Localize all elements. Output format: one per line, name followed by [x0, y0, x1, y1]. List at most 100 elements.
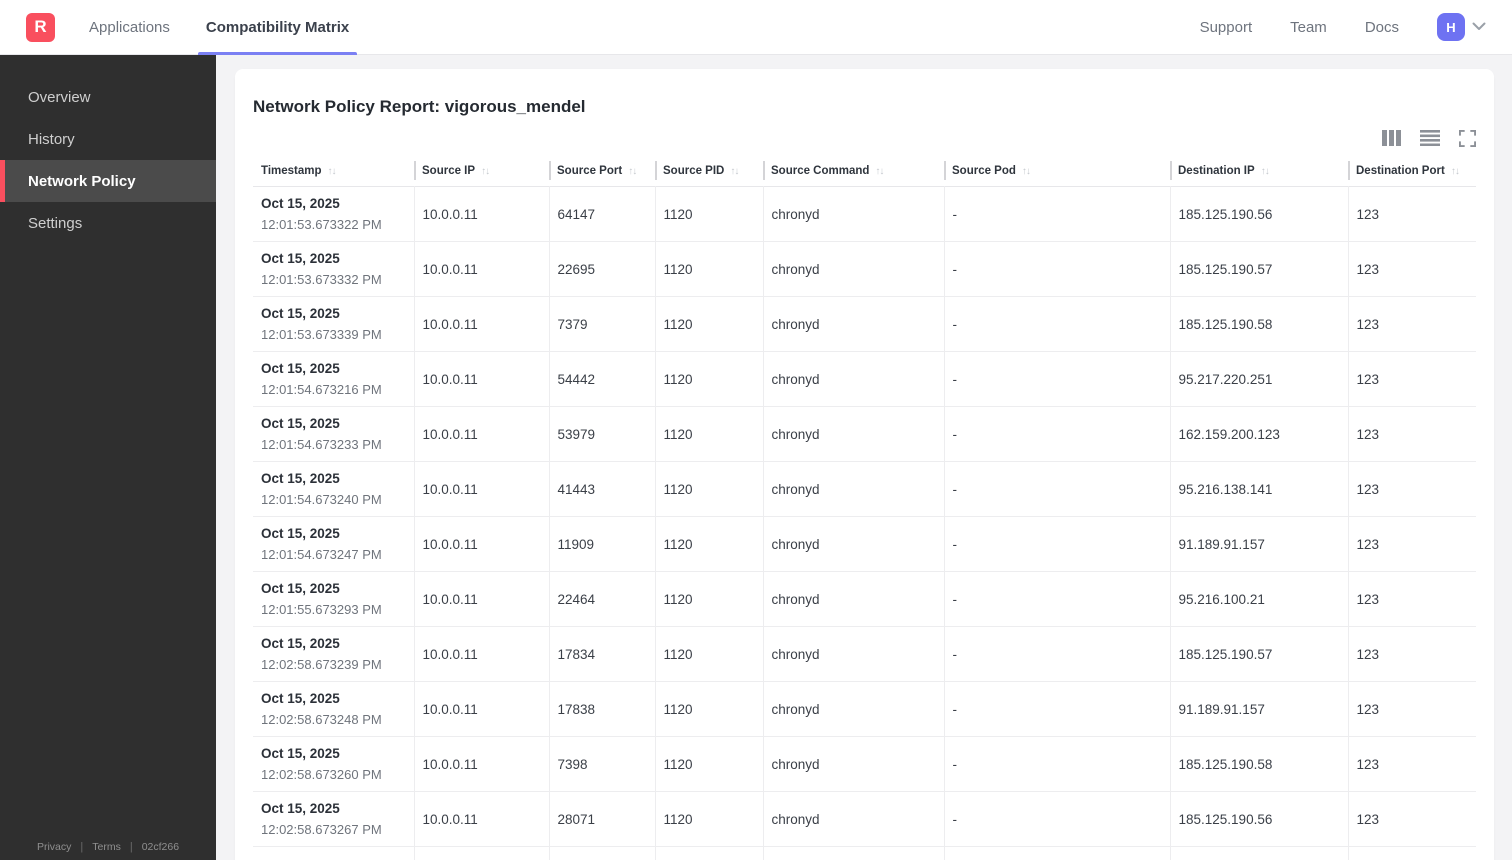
cell-source-ip	[413, 846, 549, 860]
cell-destination-ip: 185.125.190.57	[1169, 241, 1348, 297]
avatar[interactable]: H	[1437, 13, 1465, 41]
column-header-destination-port[interactable]: Destination Port ↑↓	[1348, 160, 1476, 187]
cell-source-pod: -	[943, 241, 1170, 297]
cell-timestamp: Oct 15, 2025 12:02:58.673239 PM	[261, 636, 382, 672]
column-header-destination-ip[interactable]: Destination IP ↑↓	[1170, 160, 1348, 187]
privacy-link[interactable]: Privacy	[37, 841, 71, 853]
sort-icon[interactable]: ↑↓	[1451, 166, 1460, 177]
cell-source-command: chronyd	[762, 461, 944, 517]
cell-destination-port: 123	[1347, 186, 1476, 242]
sort-icon[interactable]: ↑↓	[1261, 166, 1270, 177]
sidebar-item-overview[interactable]: Overview	[0, 76, 216, 118]
cell-source-command: chronyd	[762, 626, 944, 682]
sort-icon[interactable]: ↑↓	[328, 166, 337, 177]
cell-source-pod: -	[943, 296, 1170, 352]
sort-icon[interactable]: ↑↓	[730, 166, 739, 177]
cell-source-command: chronyd	[762, 516, 944, 572]
cell-source-command: chronyd	[762, 406, 944, 462]
cell-source-pid: 1120	[654, 736, 763, 792]
cell-source-pod: -	[943, 791, 1170, 847]
cell-source-pod: -	[943, 406, 1170, 462]
cell-destination-ip: 95.216.138.141	[1169, 461, 1348, 517]
columns-view-icon[interactable]	[1382, 130, 1401, 146]
cell-destination-port: 123	[1347, 296, 1476, 352]
sidebar-item-network-policy[interactable]: Network Policy	[0, 160, 216, 202]
column-header-source-pid[interactable]: Source PID ↑↓	[655, 160, 763, 187]
cell-source-pod: -	[943, 736, 1170, 792]
cell-source-pid: 1120	[654, 791, 763, 847]
sidebar-item-settings[interactable]: Settings	[0, 202, 216, 244]
fullscreen-icon[interactable]	[1459, 129, 1476, 147]
column-header-source-command[interactable]: Source Command ↑↓	[763, 160, 944, 187]
column-header-source-pod[interactable]: Source Pod ↑↓	[944, 160, 1170, 187]
cell-source-port	[548, 846, 655, 860]
cell-source-ip: 10.0.0.11	[413, 626, 549, 682]
cell-source-pid	[654, 846, 763, 860]
chevron-down-icon[interactable]	[1472, 18, 1486, 36]
cell-source-port: 22695	[548, 241, 655, 297]
column-header-source-port[interactable]: Source Port ↑↓	[549, 160, 655, 187]
cell-timestamp: Oct 15, 2025 12:01:54.673240 PM	[261, 471, 382, 507]
tab-applications[interactable]: Applications	[89, 0, 170, 55]
column-label: Destination Port	[1356, 165, 1445, 177]
cell-timestamp: Oct 15, 2025 12:01:54.673216 PM	[261, 361, 382, 397]
column-label: Source Port	[557, 165, 623, 177]
sidebar-item-history[interactable]: History	[0, 118, 216, 160]
table-row: Oct 15, 2025 12:01:54.673233 PM 10.0.0.1…	[253, 406, 1476, 462]
cell-source-ip: 10.0.0.11	[413, 736, 549, 792]
cell-source-ip: 10.0.0.11	[413, 406, 549, 462]
cell-destination-ip: 185.125.190.56	[1169, 791, 1348, 847]
app-logo[interactable]: R	[26, 12, 55, 42]
cell-source-pid: 1120	[654, 681, 763, 737]
cell-destination-ip	[1169, 846, 1348, 860]
column-header-source-ip[interactable]: Source IP ↑↓	[414, 160, 549, 187]
cell-timestamp: Oct 15, 2025 12:01:53.673332 PM	[261, 251, 382, 287]
list-view-icon[interactable]	[1420, 130, 1440, 146]
cell-source-pid: 1120	[654, 626, 763, 682]
table-header: Timestamp ↑↓ Source IP ↑↓ Source Port ↑↓ So…	[253, 160, 1476, 187]
cell-destination-ip: 95.217.220.251	[1169, 351, 1348, 407]
user-menu[interactable]: H	[1437, 13, 1486, 41]
cell-source-pod: -	[943, 681, 1170, 737]
nav-link-support[interactable]: Support	[1200, 19, 1253, 36]
cell-timestamp: Oct 15, 2025 12:02:58.673260 PM	[261, 746, 382, 782]
cell-destination-ip: 185.125.190.58	[1169, 736, 1348, 792]
cell-source-port: 54442	[548, 351, 655, 407]
cell-source-command: chronyd	[762, 296, 944, 352]
sort-icon[interactable]: ↑↓	[628, 166, 637, 177]
cell-source-ip: 10.0.0.11	[413, 681, 549, 737]
cell-source-port: 22464	[548, 571, 655, 627]
nav-link-team[interactable]: Team	[1290, 19, 1327, 36]
cell-source-pid: 1120	[654, 186, 763, 242]
cell-destination-port: 123	[1347, 791, 1476, 847]
cell-source-pod: -	[943, 626, 1170, 682]
cell-source-command: chronyd	[762, 241, 944, 297]
cell-source-ip: 10.0.0.11	[413, 186, 549, 242]
cell-source-pod: -	[943, 186, 1170, 242]
cell-source-ip: 10.0.0.11	[413, 351, 549, 407]
column-header-timestamp[interactable]: Timestamp ↑↓	[253, 160, 414, 187]
column-label: Source Command	[771, 165, 870, 177]
sort-icon[interactable]: ↑↓	[1022, 166, 1031, 177]
footer-divider: |	[129, 841, 133, 853]
column-label: Destination IP	[1178, 165, 1255, 177]
cell-source-pod: -	[943, 516, 1170, 572]
cell-source-pod: -	[943, 351, 1170, 407]
cell-source-ip: 10.0.0.11	[413, 296, 549, 352]
cell-timestamp: Oct 15, 2025 12:01:53.673322 PM	[261, 196, 382, 232]
table-row: Oct 15, 2025 12:01:54.673216 PM 10.0.0.1…	[253, 351, 1476, 407]
network-policy-table: Timestamp ↑↓ Source IP ↑↓ Source Port ↑↓ So…	[253, 160, 1476, 860]
terms-link[interactable]: Terms	[92, 841, 121, 853]
cell-timestamp: Oct 15, 2025 12:01:55.673293 PM	[261, 581, 382, 617]
cell-timestamp: Oct 15, 2025	[253, 847, 414, 860]
table-body: Oct 15, 2025 12:01:53.673322 PM 10.0.0.1…	[253, 186, 1476, 860]
tab-compatibility-matrix[interactable]: Compatibility Matrix	[197, 0, 358, 55]
cell-source-port: 17834	[548, 626, 655, 682]
sidebar: Overview History Network Policy Settings…	[0, 55, 216, 860]
cell-source-pid: 1120	[654, 406, 763, 462]
nav-link-docs[interactable]: Docs	[1365, 19, 1399, 36]
sort-icon[interactable]: ↑↓	[875, 166, 884, 177]
cell-source-command: chronyd	[762, 571, 944, 627]
column-label: Timestamp	[261, 165, 322, 177]
sort-icon[interactable]: ↑↓	[481, 166, 490, 177]
